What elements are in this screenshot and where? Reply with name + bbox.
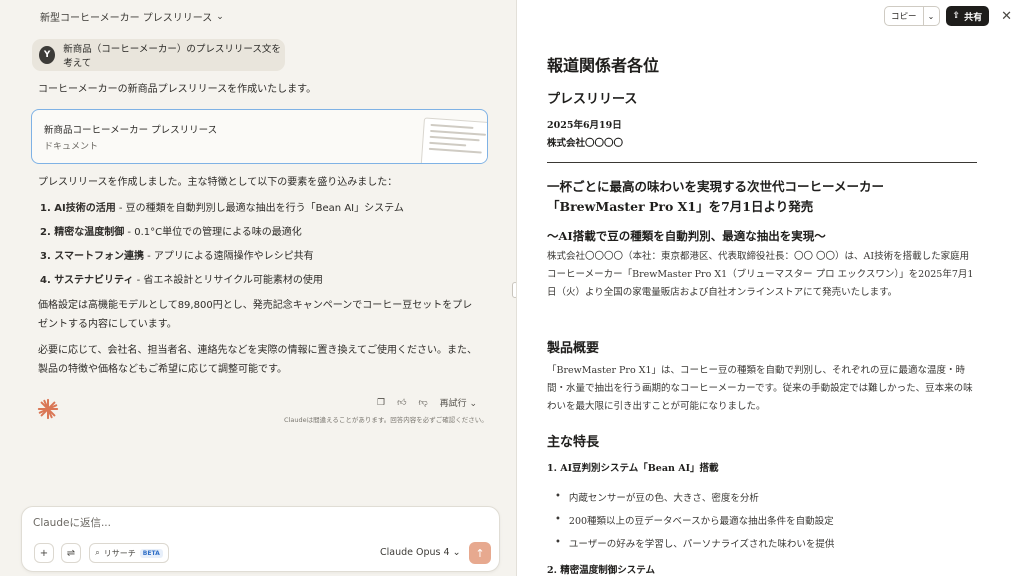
message-actions: ❐ 👍︎ 👎︎ 再試行 ⌄ xyxy=(377,396,477,410)
assistant-summary: プレスリリースを作成しました。主な特徴として以下の要素を盛り込みました： xyxy=(38,177,398,188)
list-item: 200種類以上の豆データベースから最適な抽出条件を自動設定 xyxy=(555,508,834,531)
avatar: Y xyxy=(39,46,56,64)
research-button[interactable]: ⌕ リサーチ BETA xyxy=(89,543,169,563)
doc-overview-paragraph: 「BrewMaster Pro X1」は、コーヒー豆の種類を自動で判別し、それぞ… xyxy=(547,365,973,412)
feature-item: 1. AI技術の活用 - 豆の種類を自動判別し最適な抽出を行う「Bean AI」… xyxy=(40,201,404,217)
doc-feature1-list: 内蔵センサーが豆の色、大きさ、密度を分析 200種類以上の豆データベースから最適… xyxy=(555,485,835,554)
sliders-icon: ⇌ xyxy=(66,547,76,559)
feature-title: 3. スマートフォン連携 xyxy=(40,251,144,262)
artifact-type: ドキュメント xyxy=(44,142,99,152)
retry-button[interactable]: 再試行 ⌄ xyxy=(440,396,477,409)
feature-text: - 豆の種類を自動判別し最適な抽出を行う「Bean AI」システム xyxy=(115,203,404,214)
artifact-pane: コピー ⌄ ⇪ 共有 ✕ 報道関係者各位 プレスリリース 2025年6月19日 … xyxy=(516,0,1024,576)
doc-release-label: プレスリリース xyxy=(547,92,638,107)
closing-note: 必要に応じて、会社名、担当者名、連絡先などを実際の情報に置き換えてご使用ください… xyxy=(38,345,477,375)
doc-heading: 報道関係者各位 xyxy=(547,56,660,75)
copy-button-group: コピー ⌄ xyxy=(884,6,940,26)
model-selector[interactable]: Claude Opus 4 ⌄ xyxy=(380,547,461,558)
model-label: Claude Opus 4 xyxy=(380,547,450,558)
arrow-up-icon: ↑ xyxy=(475,546,485,560)
artifact-toolbar: コピー ⌄ ⇪ 共有 ✕ xyxy=(884,6,1012,26)
doc-company: 株式会社〇〇〇〇 xyxy=(547,138,624,149)
chevron-down-icon: ⌄ xyxy=(927,11,935,21)
doc-date: 2025年6月19日 xyxy=(547,120,622,131)
list-item: 内蔵センサーが豆の色、大きさ、密度を分析 xyxy=(555,485,834,508)
share-button[interactable]: ⇪ 共有 xyxy=(945,6,990,26)
assistant-intro: コーヒーメーカーの新商品プレスリリースを作成いたします。 xyxy=(38,84,317,95)
feature-text: - 0.1°C単位での管理による味の最適化 xyxy=(124,227,302,238)
beta-badge: BETA xyxy=(139,548,163,558)
feature-item: 2. 精密な温度制御 - 0.1°C単位での管理による味の最適化 xyxy=(40,225,302,241)
close-icon[interactable]: ✕ xyxy=(1001,9,1012,24)
feature-title: 2. 精密な温度制御 xyxy=(40,227,125,238)
feature-title: 1. AI技術の活用 xyxy=(40,203,116,214)
share-icon: ⇪ xyxy=(952,11,961,21)
retry-label: 再試行 xyxy=(439,399,467,409)
copy-options-button[interactable]: ⌄ xyxy=(922,7,939,25)
share-label: 共有 xyxy=(964,12,983,23)
artifact-title: 新商品コーヒーメーカー プレスリリース xyxy=(44,125,218,136)
chat-pane: 新型コーヒーメーカー プレスリリース ⌄ Y 新商品（コーヒーメーカー）のプレス… xyxy=(0,0,515,576)
search-icon: ⌕ xyxy=(95,548,100,557)
tools-button[interactable]: ⇌ xyxy=(61,543,81,563)
doc-feature1-title: 1. AI豆判別システム「Bean AI」搭載 xyxy=(547,463,719,474)
disclaimer: Claudeは間違えることがあります。回答内容を必ずご確認ください。 xyxy=(284,416,488,424)
doc-section-overview: 製品概要 xyxy=(547,341,600,356)
thumbs-down-icon[interactable]: 👎︎ xyxy=(418,398,427,408)
doc-lead-paragraph: 株式会社〇〇〇〇（本社：東京都港区、代表取締役社長：〇〇 〇〇）は、AI技術を搭… xyxy=(547,251,974,298)
conversation-title-menu[interactable]: 新型コーヒーメーカー プレスリリース ⌄ xyxy=(40,9,224,25)
copy-icon[interactable]: ❐ xyxy=(377,398,385,408)
claude-logo-icon xyxy=(37,398,59,420)
thumbs-up-icon[interactable]: 👍︎ xyxy=(397,398,406,408)
artifact-thumbnail xyxy=(420,117,487,163)
send-button[interactable]: ↑ xyxy=(469,542,491,564)
list-item: ユーザーの好みを学習し、パーソナライズされた味わいを提供 xyxy=(555,531,835,554)
conversation-title: 新型コーヒーメーカー プレスリリース xyxy=(40,13,213,24)
artifact-card[interactable]: 新商品コーヒーメーカー プレスリリース ドキュメント xyxy=(31,109,488,164)
doc-subheadline: 〜AI搭載で豆の種類を自動判別、最適な抽出を実現〜 xyxy=(547,229,826,243)
user-message-text: 新商品（コーヒーメーカー）のプレスリリース文を考えて xyxy=(63,44,281,69)
chevron-down-icon: ⌄ xyxy=(216,11,224,22)
feature-item: 4. サステナビリティ - 省エネ設計とリサイクル可能素材の使用 xyxy=(40,273,323,289)
user-message: Y 新商品（コーヒーメーカー）のプレスリリース文を考えて xyxy=(32,39,285,71)
feature-text: - アプリによる遠隔操作やレシピ共有 xyxy=(143,251,314,262)
feature-title: 4. サステナビリティ xyxy=(40,275,134,286)
doc-headline: 一杯ごとに最高の味わいを実現する次世代コーヒーメーカー 「BrewMaster … xyxy=(547,177,977,217)
copy-button[interactable]: コピー xyxy=(885,7,923,25)
add-button[interactable]: + xyxy=(34,543,54,563)
composer: + ⇌ ⌕ リサーチ BETA Claude Opus 4 ⌄ ↑ xyxy=(21,506,500,572)
research-label: リサーチ xyxy=(103,548,136,558)
doc-feature2-title: 2. 精密温度制御システム xyxy=(547,565,655,576)
doc-divider xyxy=(547,162,977,163)
feature-text: - 省エネ設計とリサイクル可能素材の使用 xyxy=(133,275,323,286)
reply-input[interactable] xyxy=(33,517,433,529)
doc-headline-line2: 「BrewMaster Pro X1」を7月1日より発売 xyxy=(547,199,814,214)
price-note: 価格設定は高機能モデルとして89,800円とし、発売記念キャンペーンでコーヒー豆… xyxy=(38,300,473,330)
doc-headline-line1: 一杯ごとに最高の味わいを実現する次世代コーヒーメーカー xyxy=(547,179,885,194)
doc-section-features: 主な特長 xyxy=(547,435,600,450)
feature-item: 3. スマートフォン連携 - アプリによる遠隔操作やレシピ共有 xyxy=(40,249,314,265)
